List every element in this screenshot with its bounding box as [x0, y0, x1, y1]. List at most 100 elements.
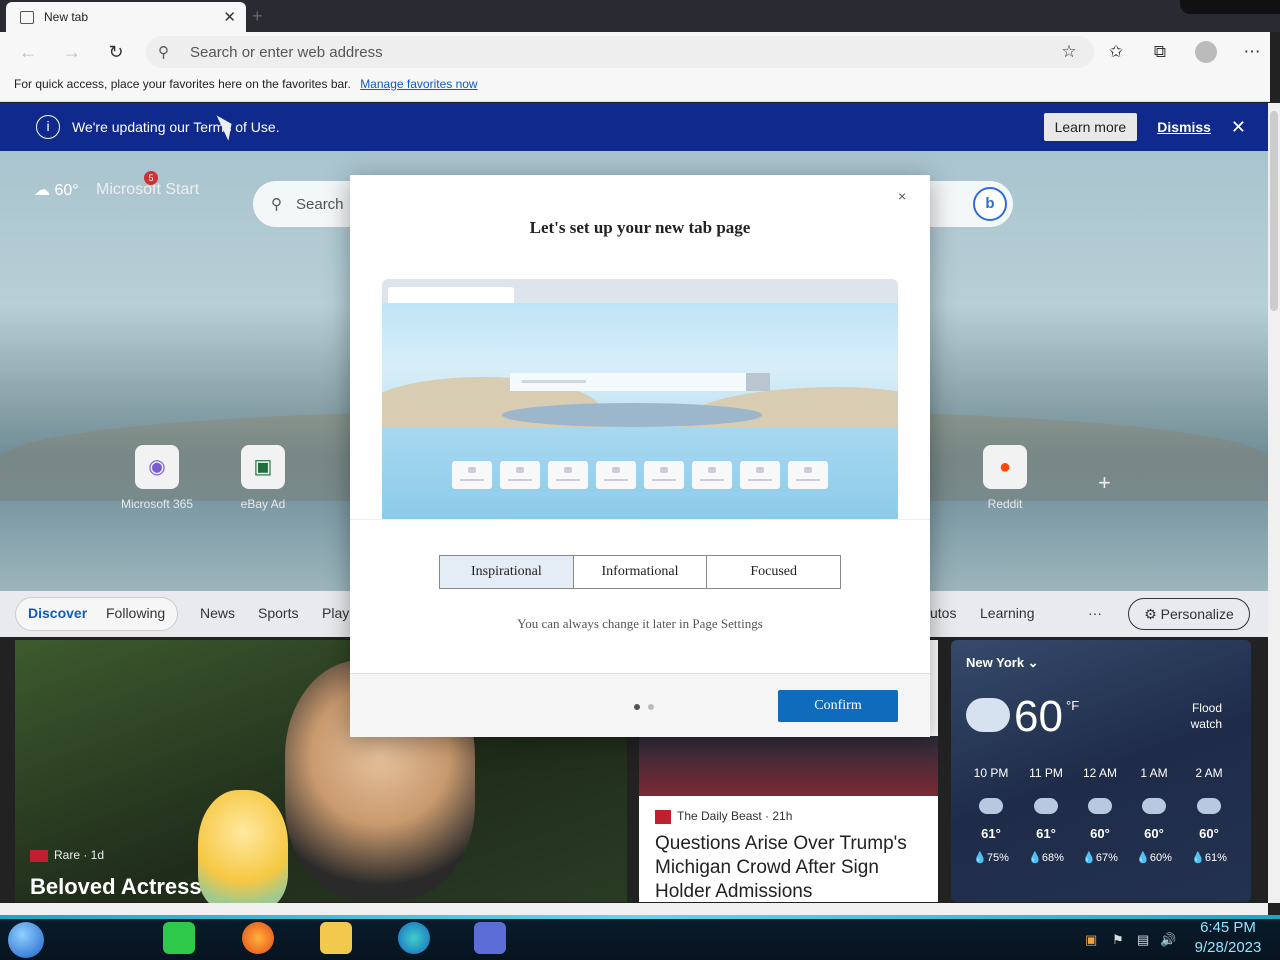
rain-icon [1197, 798, 1221, 814]
confirm-button[interactable]: Confirm [778, 690, 898, 722]
tab-autos[interactable]: utos [930, 605, 956, 621]
page-dot [648, 704, 654, 710]
layout-preview-image [382, 279, 898, 519]
tab-following[interactable]: Following [106, 605, 165, 621]
banner-close-icon[interactable]: ✕ [1231, 117, 1246, 138]
preview-tile [644, 461, 684, 489]
dismiss-link[interactable]: Dismiss [1157, 119, 1211, 135]
spotify-icon[interactable] [163, 922, 195, 954]
tab-news[interactable]: News [200, 605, 235, 621]
browser-toolbar: ← → ↻ ⚲ Search or enter web address ☆ ✩ … [0, 32, 1270, 72]
back-button[interactable]: ← [16, 40, 40, 64]
file-explorer-icon[interactable] [320, 922, 352, 954]
option-informational[interactable]: Informational [573, 556, 708, 588]
favorites-hint: For quick access, place your favorites h… [14, 77, 351, 91]
card-source: The Daily Beast · 21h [655, 809, 792, 824]
vertical-scrollbar[interactable] [1268, 103, 1280, 903]
flag-icon[interactable]: ⚑ [1112, 932, 1124, 948]
tab-strip: New tab ✕ + [0, 0, 1280, 32]
preview-tile [596, 461, 636, 489]
hour-precip: 💧61% [1191, 852, 1227, 864]
new-tab-button[interactable]: + [252, 6, 263, 27]
start-button[interactable] [8, 922, 44, 958]
weather-city[interactable]: New York ⌄ [966, 655, 1039, 671]
weather-mini[interactable]: ☁ 60° [34, 180, 79, 200]
search-icon: ⚲ [271, 196, 282, 213]
terms-banner: i We're updating our Terms of Use. Learn… [0, 103, 1268, 151]
tab-close-icon[interactable]: ✕ [223, 8, 236, 26]
info-icon: i [36, 115, 60, 139]
refresh-button[interactable]: ↻ [104, 40, 128, 64]
learn-more-button[interactable]: Learn more [1043, 113, 1138, 141]
rain-icon [1088, 798, 1112, 814]
forward-button[interactable]: → [60, 40, 84, 64]
weather-alert[interactable]: Flood watch [1172, 700, 1222, 732]
hourly-forecast: 2 AM 60° 💧61% [1184, 766, 1234, 864]
rain-icon [1142, 798, 1166, 814]
preview-tile [692, 461, 732, 489]
clock-date: 9/28/2023 [1194, 939, 1262, 956]
hourly-forecast: 1 AM 60° 💧60% [1129, 766, 1179, 864]
quicklink-ebay-icon[interactable]: ▣ [241, 445, 285, 489]
edge-icon[interactable] [398, 922, 430, 954]
manage-favorites-link[interactable]: Manage favorites now [360, 77, 477, 91]
hourly-forecast: 10 PM 61° 💧75% [966, 766, 1016, 864]
add-favorite-icon[interactable]: ☆ [1057, 40, 1081, 64]
tab-new-tab[interactable]: New tab ✕ [6, 2, 246, 32]
more-icon[interactable]: ⋯ [1240, 40, 1264, 64]
tray-app-icon[interactable]: ▣ [1085, 932, 1097, 948]
hour-temp: 61° [1036, 826, 1056, 841]
hour-temp: 60° [1199, 826, 1219, 841]
volume-icon[interactable]: 🔊 [1160, 932, 1176, 948]
desktop-character-sticker [198, 790, 288, 910]
card-source-text: Rare · 1d [54, 848, 105, 862]
tab-discover[interactable]: Discover [28, 605, 87, 621]
hour-time: 11 PM [1029, 766, 1063, 780]
bing-chat-icon[interactable]: b [973, 187, 1007, 221]
option-focused[interactable]: Focused [707, 556, 841, 588]
dialog-hint: You can always change it later in Page S… [517, 616, 763, 631]
rare-logo-icon [30, 849, 48, 862]
address-placeholder: Search or enter web address [190, 43, 383, 61]
weather-city-name: New York [966, 655, 1025, 670]
quicklink-label: Reddit [987, 497, 1023, 511]
new-tab-page-icon [20, 10, 34, 24]
more-icon[interactable]: ··· [1088, 605, 1102, 621]
tab-sports[interactable]: Sports [258, 605, 298, 621]
collections-icon[interactable]: ⧉ [1148, 40, 1172, 64]
weather-mini-temp: 60° [54, 182, 79, 199]
profile-icon[interactable] [1195, 41, 1217, 63]
hour-temp: 60° [1144, 826, 1164, 841]
option-inspirational[interactable]: Inspirational [440, 556, 574, 588]
preview-hill [502, 403, 762, 427]
taskbar-accent-line [0, 915, 1280, 919]
layout-selector: Inspirational Informational Focused [439, 555, 841, 589]
quicklink-microsoft365-icon[interactable]: ◉ [135, 445, 179, 489]
add-quicklink-button[interactable]: + [1098, 470, 1111, 496]
preview-tile [500, 461, 540, 489]
app-window-icon[interactable] [474, 922, 506, 954]
taskbar-clock[interactable]: 6:45 PM 9/28/2023 [1188, 918, 1268, 958]
search-icon: ⚲ [158, 44, 169, 61]
banner-message: We're updating our Terms of Use. [72, 119, 280, 135]
hourly-forecast: 11 PM 61° 💧68% [1021, 766, 1071, 864]
favorites-icon[interactable]: ✩ [1104, 40, 1128, 64]
preview-search-bar [510, 373, 770, 391]
page-dot-active [634, 704, 640, 710]
hour-precip: 💧75% [973, 852, 1009, 864]
tab-play[interactable]: Play [322, 605, 349, 621]
quicklink-reddit-icon[interactable]: ● [983, 445, 1027, 489]
window-controls[interactable] [1180, 0, 1280, 14]
address-bar[interactable]: ⚲ Search or enter web address [146, 36, 1094, 68]
network-icon[interactable]: ▤ [1137, 932, 1149, 948]
quicklink-label: Microsoft 365 [120, 497, 194, 511]
firefox-icon[interactable] [242, 922, 274, 954]
rain-icon [1034, 798, 1058, 814]
scroll-thumb[interactable] [1270, 111, 1278, 311]
tab-learning[interactable]: Learning [980, 605, 1035, 621]
personalize-button[interactable]: ⚙ Personalize [1128, 598, 1250, 630]
card-title[interactable]: Questions Arise Over Trump's Michigan Cr… [655, 832, 930, 904]
preview-sky [382, 303, 898, 519]
horizontal-scrollbar[interactable] [0, 903, 1268, 915]
dialog-close-icon[interactable]: × [898, 188, 906, 204]
